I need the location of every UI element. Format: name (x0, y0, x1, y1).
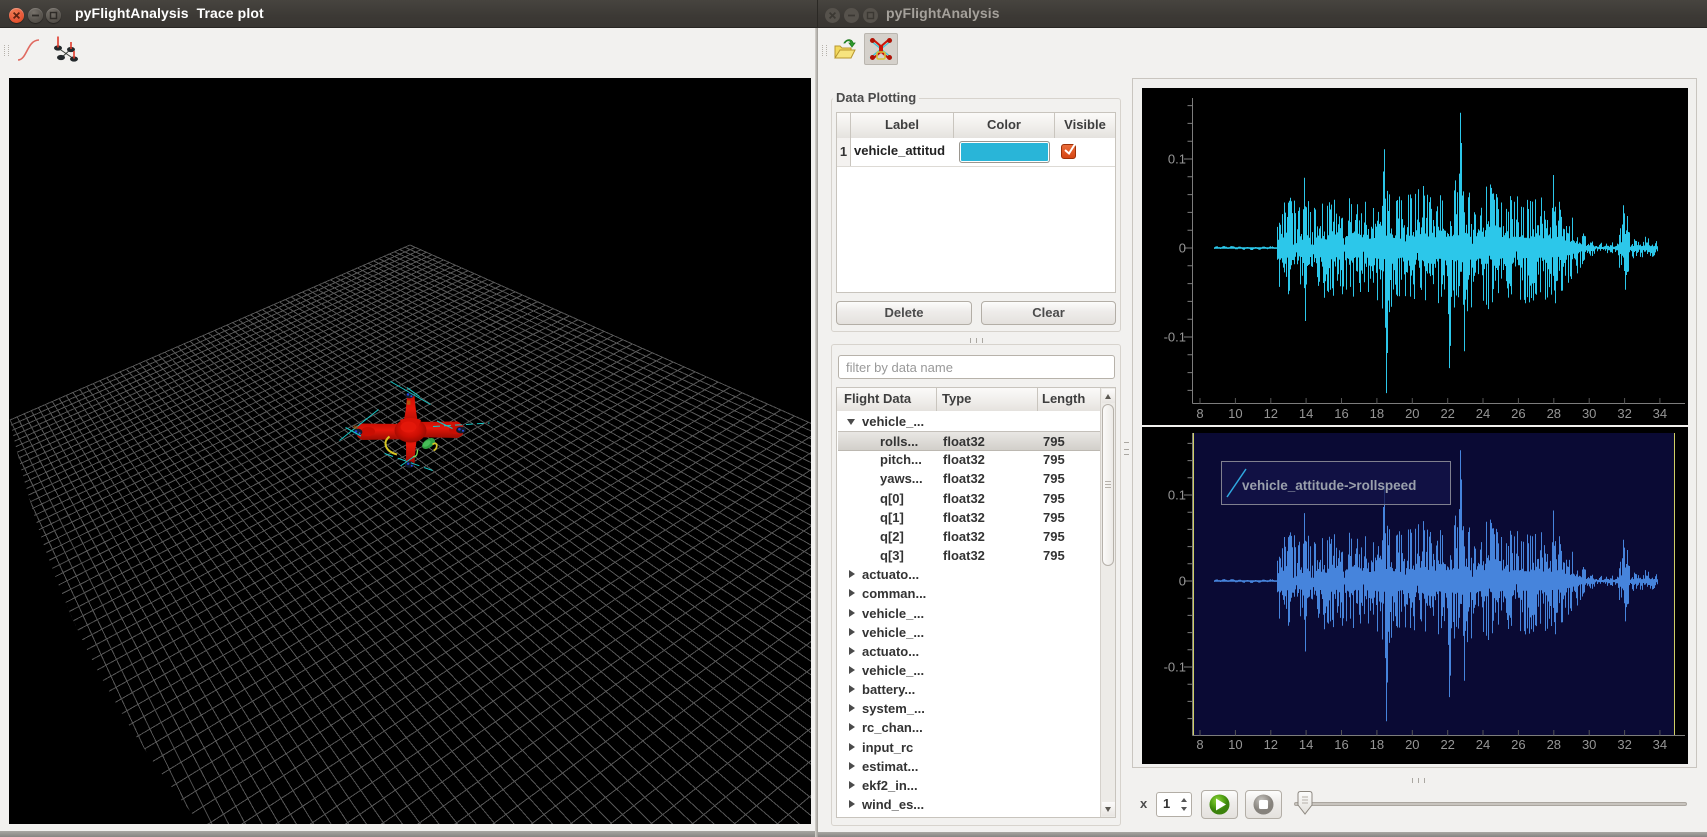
svg-text:30: 30 (1582, 406, 1596, 421)
svg-text:22: 22 (1440, 406, 1454, 421)
svg-text:30: 30 (1582, 737, 1596, 752)
svg-text:16: 16 (1334, 737, 1348, 752)
svg-text:16: 16 (1334, 406, 1348, 421)
svg-text:28: 28 (1547, 406, 1561, 421)
svg-text:18: 18 (1370, 737, 1384, 752)
svg-text:8: 8 (1196, 737, 1203, 752)
svg-text:32: 32 (1617, 406, 1631, 421)
svg-text:12: 12 (1264, 406, 1278, 421)
svg-text:20: 20 (1405, 406, 1419, 421)
svg-text:-0.1: -0.1 (1164, 330, 1186, 345)
svg-text:26: 26 (1511, 737, 1525, 752)
svg-text:0.1: 0.1 (1168, 152, 1186, 167)
svg-text:0.1: 0.1 (1168, 488, 1186, 503)
svg-text:24: 24 (1476, 737, 1490, 752)
svg-text:14: 14 (1299, 406, 1313, 421)
svg-text:26: 26 (1511, 406, 1525, 421)
svg-text:0: 0 (1179, 241, 1186, 256)
svg-text:22: 22 (1440, 737, 1454, 752)
svg-text:10: 10 (1228, 737, 1242, 752)
svg-text:18: 18 (1370, 406, 1384, 421)
svg-text:8: 8 (1196, 406, 1203, 421)
svg-text:0: 0 (1179, 574, 1186, 589)
svg-text:10: 10 (1228, 406, 1242, 421)
svg-text:32: 32 (1617, 737, 1631, 752)
svg-text:14: 14 (1299, 737, 1313, 752)
svg-text:28: 28 (1547, 737, 1561, 752)
svg-text:34: 34 (1653, 737, 1667, 752)
svg-text:24: 24 (1476, 406, 1490, 421)
svg-text:-0.1: -0.1 (1164, 660, 1186, 675)
svg-text:20: 20 (1405, 737, 1419, 752)
svg-text:12: 12 (1264, 737, 1278, 752)
svg-text:34: 34 (1653, 406, 1667, 421)
svg-text:vehicle_attitude->rollspeed: vehicle_attitude->rollspeed (1242, 478, 1416, 493)
